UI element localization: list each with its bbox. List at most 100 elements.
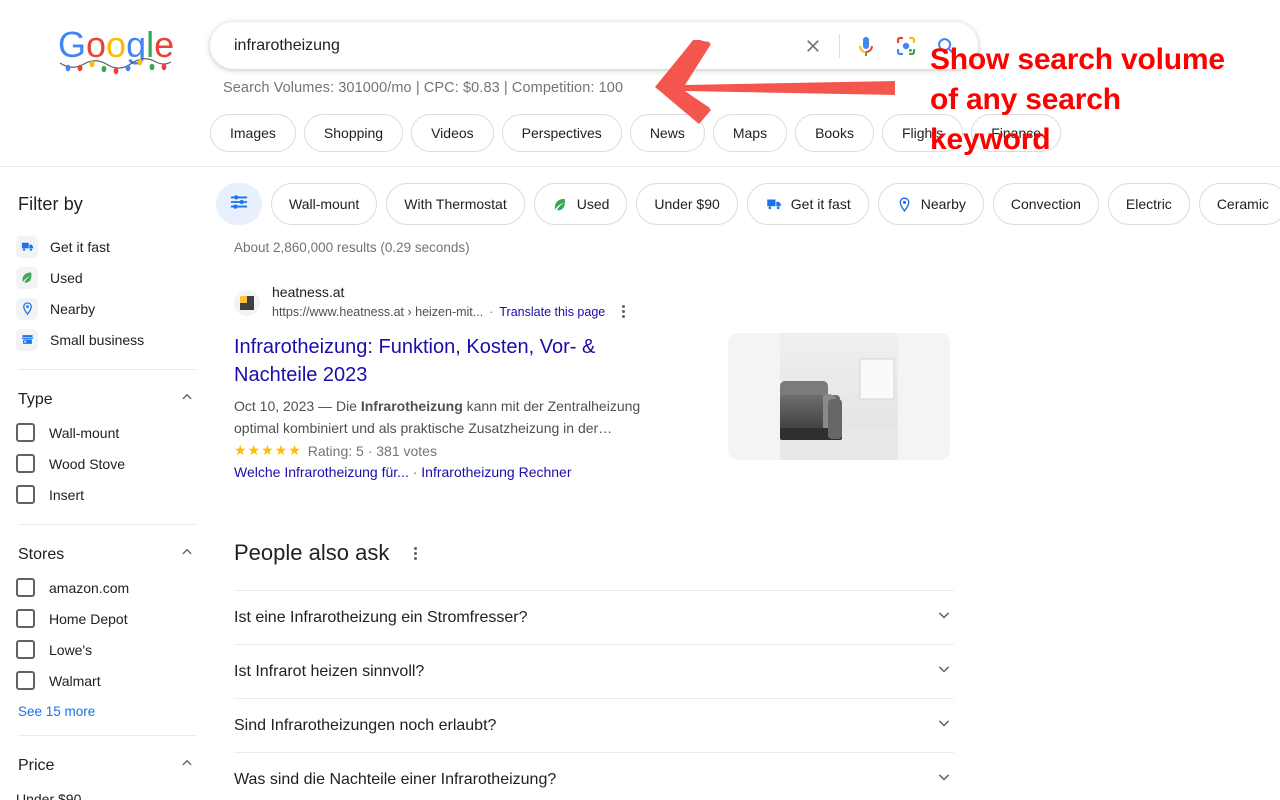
chip-electric[interactable]: Electric (1107, 183, 1190, 225)
checkbox-wood-stove[interactable]: Wood Stove (16, 448, 198, 479)
chevron-up-icon[interactable] (178, 543, 196, 566)
tab-shopping[interactable]: Shopping (303, 114, 404, 152)
location-pin-icon (896, 196, 913, 213)
chevron-down-icon[interactable] (934, 659, 954, 684)
paa-question-1[interactable]: Ist eine Infrarotheizung ein Stromfresse… (234, 590, 954, 644)
tab-label: Shopping (323, 125, 384, 141)
result-sitelinks: Welche Infrarotheizung für... · Infrarot… (234, 464, 994, 480)
storefront-icon (16, 328, 38, 351)
more-options-icon[interactable] (411, 543, 420, 564)
chip-wall-mount[interactable]: Wall-mount (271, 183, 378, 225)
checkbox-icon[interactable] (16, 640, 35, 659)
chevron-up-icon[interactable] (178, 754, 196, 777)
sidebar-divider (18, 369, 196, 370)
chip-label: Used (576, 196, 610, 212)
chip-nearby[interactable]: Nearby (877, 183, 984, 225)
tab-images[interactable]: Images (210, 114, 296, 152)
sidebar-item-get-it-fast[interactable]: Get it fast (16, 231, 198, 262)
checkbox-home-depot[interactable]: Home Depot (16, 603, 198, 634)
sitelink-2[interactable]: Infrarotheizung Rechner (421, 464, 571, 480)
chevron-down-icon[interactable] (934, 767, 954, 792)
sidebar-section-stores[interactable]: Stores (18, 543, 196, 566)
checkbox-walmart[interactable]: Walmart (16, 665, 198, 696)
chevron-up-icon[interactable] (178, 388, 196, 411)
result-site-name: heatness.at (272, 284, 345, 300)
search-submit-button[interactable] (926, 26, 966, 66)
checkbox-wall-mount[interactable]: Wall-mount (16, 417, 198, 448)
snippet-dash: — (318, 398, 333, 414)
sidebar-item-used[interactable]: Used (16, 262, 198, 293)
checkbox-icon[interactable] (16, 578, 35, 597)
tab-maps[interactable]: Maps (712, 114, 788, 152)
paa-question-4[interactable]: Was sind die Nachteile einer Infrarothei… (234, 752, 954, 800)
sidebar-item-label: Get it fast (50, 238, 110, 255)
chip-convection[interactable]: Convection (992, 183, 1099, 225)
google-logo[interactable]: Google (58, 27, 174, 77)
checkbox-icon[interactable] (16, 609, 35, 628)
sidebar-item-label: Small business (50, 331, 145, 348)
more-options-icon[interactable] (619, 301, 628, 322)
price-option-under-90[interactable]: Under $90 (16, 783, 198, 800)
page-header: Google infrarotheizung Search Volumes: 3… (0, 0, 1280, 167)
tab-videos[interactable]: Videos (411, 114, 494, 152)
chip-label: With Thermostat (404, 196, 507, 212)
snippet-keyword: Infrarotheizung (360, 398, 463, 414)
checkbox-icon[interactable] (16, 454, 35, 473)
search-volume-overlay: Search Volumes: 301000/mo | CPC: $0.83 |… (223, 80, 624, 96)
google-lens-button[interactable] (886, 26, 926, 66)
delivery-truck-icon (765, 195, 783, 213)
checkbox-icon[interactable] (16, 423, 35, 442)
result-thumbnail[interactable] (728, 333, 950, 460)
checkbox-icon[interactable] (16, 485, 35, 504)
chevron-down-icon[interactable] (934, 713, 954, 738)
sidebar-divider (18, 524, 196, 525)
see-more-stores-link[interactable]: See 15 more (18, 704, 198, 719)
sidebar-item-small-business[interactable]: Small business (16, 324, 198, 355)
chip-label: Convection (1010, 196, 1081, 212)
sidebar-section-type[interactable]: Type (18, 388, 196, 411)
chip-get-it-fast[interactable]: Get it fast (746, 183, 869, 225)
search-tabs: Images Shopping Videos Perspectives News… (210, 114, 1062, 152)
google-search-results-page: Google infrarotheizung Search Volumes: 3… (0, 0, 1280, 800)
tab-label: Flights (901, 125, 944, 141)
paa-question-2[interactable]: Ist Infrarot heizen sinnvoll? (234, 644, 954, 698)
chip-ceramic[interactable]: Ceramic (1198, 183, 1280, 225)
paa-question-3[interactable]: Sind Infrarotheizungen noch erlaubt? (234, 698, 954, 752)
paa-question-text: Sind Infrarotheizungen noch erlaubt? (234, 716, 497, 734)
tune-filter-button[interactable] (216, 183, 262, 225)
sidebar-title: Filter by (18, 194, 83, 214)
chip-with-thermostat[interactable]: With Thermostat (386, 183, 525, 225)
section-title: Stores (18, 545, 65, 563)
checkbox-lowes[interactable]: Lowe's (16, 634, 198, 665)
voice-search-button[interactable] (846, 26, 886, 66)
chip-used[interactable]: Used (533, 183, 628, 225)
star-rating-icon: ★★★★★ (234, 442, 302, 458)
section-title: Type (18, 390, 53, 408)
translate-page-link[interactable]: Translate this page (499, 303, 605, 321)
sidebar-item-nearby[interactable]: Nearby (16, 293, 198, 324)
tab-news[interactable]: News (629, 114, 705, 152)
checkbox-icon[interactable] (16, 671, 35, 690)
chip-under-90[interactable]: Under $90 (636, 183, 738, 225)
tab-label: Finance (991, 125, 1042, 141)
chip-label: Wall-mount (289, 196, 360, 212)
sidebar-item-label: Nearby (50, 300, 96, 317)
tab-finance[interactable]: Finance (971, 114, 1062, 152)
checkbox-amazon[interactable]: amazon.com (16, 572, 198, 603)
search-result-item: heatness.at https://www.heatness.at › he… (234, 283, 994, 480)
checkbox-insert[interactable]: Insert (16, 479, 198, 510)
sidebar-section-price[interactable]: Price (18, 754, 196, 777)
people-also-ask: People also ask Ist eine Infrarotheizung… (234, 540, 954, 800)
tab-books[interactable]: Books (795, 114, 874, 152)
tab-flights[interactable]: Flights (881, 114, 964, 152)
result-title-link[interactable]: Infrarotheizung: Funktion, Kosten, Vor- … (234, 333, 674, 389)
chevron-down-icon[interactable] (934, 605, 954, 630)
delivery-truck-icon (16, 235, 38, 258)
search-bar[interactable] (210, 22, 978, 69)
clear-search-button[interactable] (793, 26, 833, 66)
sitelink-1[interactable]: Welche Infrarotheizung für... (234, 464, 409, 480)
tab-perspectives[interactable]: Perspectives (501, 114, 622, 152)
snippet-date: Oct 10, 2023 (234, 398, 315, 414)
search-input[interactable] (210, 22, 793, 69)
url-separator: · (489, 304, 494, 319)
